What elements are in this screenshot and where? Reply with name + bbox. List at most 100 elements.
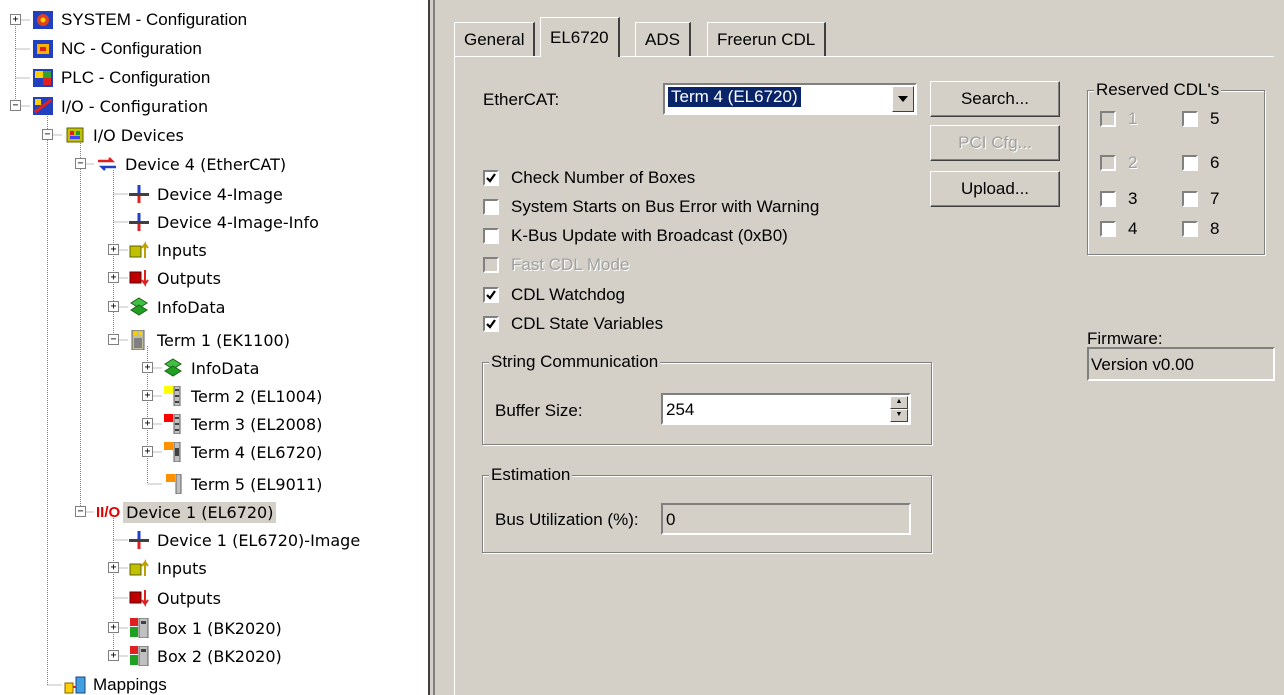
- tree-node-box1[interactable]: Box 1 (BK2020): [128, 615, 285, 641]
- collapse-device4-button[interactable]: −: [75, 158, 86, 169]
- tab-freerun-cdl[interactable]: Freerun CDL: [707, 22, 827, 56]
- string-communication-group: String Communication Buffer Size: 254 ▲ …: [482, 352, 932, 445]
- ethercat-select[interactable]: Term 4 (EL6720): [663, 83, 917, 115]
- tree-node-term1-infodata[interactable]: InfoData: [162, 355, 262, 381]
- tree-node-term3[interactable]: Term 3 (EL2008): [162, 411, 325, 437]
- buffer-size-spinner[interactable]: 254 ▲ ▼: [661, 393, 911, 425]
- firmware-value: Version v0.00: [1091, 355, 1195, 374]
- end-terminal-icon: [162, 473, 184, 495]
- reserved-cdls-title: Reserved CDL's: [1094, 80, 1222, 100]
- fast-cdl-mode-checkbox[interactable]: [483, 257, 499, 273]
- spin-down-icon[interactable]: ▼: [890, 409, 908, 422]
- tree-node-inputs[interactable]: Inputs: [128, 237, 210, 263]
- upload-button[interactable]: Upload...: [930, 171, 1060, 207]
- ethercat-select-value: Term 4 (EL6720): [668, 87, 801, 107]
- tree-node-device1-inputs[interactable]: Inputs: [128, 555, 210, 581]
- bus-utilization-label: Bus Utilization (%):: [495, 510, 639, 529]
- bus-coupler-box-icon: [128, 645, 150, 667]
- fast-cdl-mode-label: Fast CDL Mode: [511, 255, 630, 274]
- tree-node-device4-image[interactable]: Device 4-Image: [128, 181, 286, 207]
- expand-box2-button[interactable]: +: [108, 650, 119, 661]
- tree-node-nc[interactable]: NC - Configuration: [32, 36, 205, 62]
- kbus-update-broadcast-checkbox[interactable]: [483, 228, 499, 244]
- reserved-cdl-8-label: 8: [1210, 219, 1220, 238]
- tab-general[interactable]: General: [454, 22, 536, 56]
- expand-term1-infodata-button[interactable]: +: [142, 362, 153, 373]
- expand-box1-button[interactable]: +: [108, 622, 119, 633]
- reserved-cdl-3-checkbox[interactable]: [1100, 191, 1116, 207]
- collapse-term1-button[interactable]: −: [108, 334, 119, 345]
- process-image-icon: [128, 530, 150, 550]
- reserved-cdl-1-checkbox[interactable]: [1100, 111, 1116, 127]
- tree-node-device1-outputs[interactable]: Outputs: [128, 585, 224, 611]
- reserved-cdl-2-checkbox[interactable]: [1100, 155, 1116, 171]
- collapse-io-button[interactable]: −: [10, 100, 21, 111]
- cdl-watchdog-label: CDL Watchdog: [511, 285, 626, 304]
- tree-node-system[interactable]: SYSTEM - Configuration: [32, 7, 250, 33]
- cdl-state-variables-checkbox[interactable]: [483, 316, 499, 332]
- expand-term3-button[interactable]: +: [142, 418, 153, 429]
- io-device-icon: II/O: [96, 503, 121, 521]
- expand-device1-inputs-button[interactable]: +: [108, 562, 119, 573]
- reserved-cdl-5-label: 5: [1210, 109, 1220, 128]
- tree-node-infodata[interactable]: InfoData: [128, 294, 228, 320]
- tree-node-term1[interactable]: Term 1 (EK1100): [128, 327, 293, 353]
- check-number-of-boxes-label: Check Number of Boxes: [511, 168, 696, 187]
- tree-node-device4[interactable]: Device 4 (EtherCAT): [96, 151, 289, 177]
- tree-node-io[interactable]: I/O - Configuration: [32, 93, 211, 119]
- mappings-icon: [64, 675, 86, 695]
- pci-cfg-button[interactable]: PCI Cfg...: [930, 125, 1060, 161]
- tab-ads[interactable]: ADS: [635, 22, 691, 56]
- tree-node-plc[interactable]: PLC - Configuration: [32, 65, 213, 91]
- reserved-cdl-2-label: 2: [1128, 153, 1138, 172]
- reserved-cdl-7-label: 7: [1210, 189, 1220, 208]
- properties-panel: General EL6720 ADS Freerun CDL EtherCAT:…: [444, 0, 1284, 695]
- tree-node-device4-image-info[interactable]: Device 4-Image-Info: [128, 209, 322, 235]
- check-number-of-boxes-checkbox[interactable]: [483, 170, 499, 186]
- tab-el6720[interactable]: EL6720: [540, 17, 620, 57]
- reserved-cdl-6-label: 6: [1210, 153, 1220, 172]
- tree-node-box2[interactable]: Box 2 (BK2020): [128, 643, 285, 669]
- tree-node-term5[interactable]: Term 5 (EL9011): [162, 471, 325, 497]
- configuration-tree[interactable]: + − − − + + + − + + + + − + + + SYSTEM -…: [0, 0, 428, 695]
- ethercat-label: EtherCAT:: [483, 90, 560, 109]
- reserved-cdl-7-checkbox[interactable]: [1182, 191, 1198, 207]
- bus-utilization-field: 0: [661, 503, 911, 535]
- expand-outputs-button[interactable]: +: [108, 272, 119, 283]
- outputs-icon: [128, 268, 150, 288]
- tree-node-term4[interactable]: Term 4 (EL6720): [162, 439, 325, 465]
- inputs-icon: [128, 240, 150, 260]
- expand-term2-button[interactable]: +: [142, 390, 153, 401]
- collapse-device1-button[interactable]: −: [75, 506, 86, 517]
- reserved-cdl-6-checkbox[interactable]: [1182, 155, 1198, 171]
- dropdown-arrow-icon[interactable]: [892, 86, 914, 112]
- expand-system-button[interactable]: +: [10, 14, 21, 25]
- expand-term4-button[interactable]: +: [142, 446, 153, 457]
- io-config-icon: [32, 96, 54, 116]
- tree-node-device1-image[interactable]: Device 1 (EL6720)-Image: [128, 527, 363, 553]
- buffer-size-spin-buttons[interactable]: ▲ ▼: [890, 396, 908, 422]
- expand-infodata-button[interactable]: +: [108, 301, 119, 312]
- reserved-cdls-group: Reserved CDL's 1 5 2 6 3 7 4 8: [1087, 80, 1265, 255]
- search-button[interactable]: Search...: [930, 81, 1060, 117]
- cdl-state-variables-label: CDL State Variables: [511, 314, 664, 333]
- reserved-cdl-4-checkbox[interactable]: [1100, 221, 1116, 237]
- tree-node-outputs[interactable]: Outputs: [128, 265, 224, 291]
- tree-node-device1[interactable]: II/O Device 1 (EL6720): [96, 499, 277, 525]
- pane-splitter[interactable]: [428, 0, 444, 695]
- cdl-watchdog-checkbox[interactable]: [483, 287, 499, 303]
- tree-node-term2[interactable]: Term 2 (EL1004): [162, 383, 325, 409]
- reserved-cdl-5-checkbox[interactable]: [1182, 111, 1198, 127]
- collapse-io-devices-button[interactable]: −: [42, 129, 53, 140]
- spin-up-icon[interactable]: ▲: [890, 396, 908, 409]
- expand-inputs-button[interactable]: +: [108, 244, 119, 255]
- io-devices-icon: [64, 125, 86, 145]
- tree-node-io-devices[interactable]: I/O Devices: [64, 122, 187, 148]
- system-starts-on-bus-error-checkbox[interactable]: [483, 199, 499, 215]
- tree-node-mappings[interactable]: Mappings: [64, 672, 170, 695]
- reserved-cdl-8-checkbox[interactable]: [1182, 221, 1198, 237]
- system-starts-on-bus-error-label: System Starts on Bus Error with Warning: [511, 197, 820, 216]
- terminal-yellow-icon: [162, 385, 184, 407]
- buffer-size-value: 254: [666, 400, 695, 419]
- outputs-icon: [128, 588, 150, 608]
